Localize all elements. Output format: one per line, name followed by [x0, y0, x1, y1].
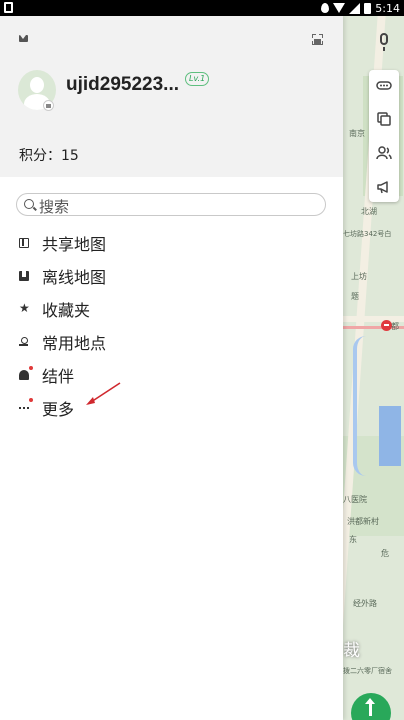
place-icon: [19, 337, 28, 347]
status-bar: 5:14: [0, 0, 404, 16]
map-label: 都: [391, 322, 399, 331]
map-toolbar: [369, 70, 399, 202]
map-label: 题: [351, 292, 359, 301]
camera-badge-icon[interactable]: [43, 100, 54, 111]
megaphone-icon[interactable]: [375, 178, 393, 196]
menu-item-label: 更多: [42, 400, 75, 419]
menu-item-partner[interactable]: 结伴: [0, 359, 343, 392]
map-label: 洪都新村: [347, 517, 379, 526]
map-label: 北湖: [361, 207, 377, 216]
menu-item-label: 收藏夹: [42, 301, 91, 320]
wifi-icon: [333, 3, 346, 13]
drawer-menu: 共享地图 离线地图 ★ 收藏夹 常用地点 结伴 更多: [0, 227, 343, 425]
offline-map-icon: [19, 271, 29, 281]
status-time: 5:14: [375, 1, 400, 15]
map-label: 八医院: [343, 495, 367, 504]
status-icons: 5:14: [321, 1, 400, 15]
route-icon[interactable]: [375, 76, 393, 94]
search-icon: [24, 199, 34, 209]
shared-map-icon: [19, 238, 29, 248]
map-label: 经外路: [353, 599, 377, 608]
search-input[interactable]: 搜索: [16, 193, 326, 216]
more-icon: [19, 407, 29, 409]
signal-icon: [349, 2, 361, 14]
menu-item-label: 结伴: [42, 367, 75, 386]
map-label: 七坊路342号白: [343, 230, 392, 238]
profile-header: ujid295223... Lv.1 积分：15: [0, 16, 343, 177]
level-badge[interactable]: Lv.1: [185, 72, 210, 86]
layers-icon[interactable]: [375, 110, 393, 128]
map-label: 拨二六零厂宿舍: [343, 667, 392, 675]
navigation-arrow-icon: [365, 698, 375, 716]
side-drawer: ujid295223... Lv.1 积分：15 搜索 共享地图 离线地图 ★ …: [0, 16, 343, 720]
menu-item-label: 常用地点: [42, 334, 107, 353]
map-label: 南京: [349, 129, 365, 138]
map-label: 危: [381, 549, 389, 558]
map-water: [379, 406, 401, 466]
voice-search-button[interactable]: [369, 27, 399, 57]
notification-dot: [29, 366, 33, 370]
menu-item-common-places[interactable]: 常用地点: [0, 326, 343, 359]
annotation-arrow-icon: [86, 382, 121, 405]
map-label: 上坊: [351, 272, 367, 281]
map-overlay-text: 裁: [343, 641, 360, 661]
menu-item-label: 离线地图: [42, 268, 107, 287]
star-icon: ★: [19, 301, 30, 315]
menu-item-favorites[interactable]: ★ 收藏夹: [0, 293, 343, 326]
microphone-icon: [380, 33, 388, 51]
menu-item-more[interactable]: 更多: [0, 392, 343, 425]
search-placeholder: 搜索: [39, 198, 70, 216]
map-river: [353, 336, 379, 476]
username[interactable]: ujid295223...: [66, 74, 179, 96]
notification-dot: [29, 398, 33, 402]
menu-item-shared-map[interactable]: 共享地图: [0, 227, 343, 260]
team-icon[interactable]: [375, 144, 393, 162]
menu-item-offline-map[interactable]: 离线地图: [0, 260, 343, 293]
notification-icon: [4, 2, 13, 13]
scan-icon[interactable]: [312, 34, 323, 45]
map-label: 东: [349, 535, 357, 544]
battery-icon: [364, 2, 372, 14]
mail-icon[interactable]: [19, 35, 28, 42]
location-icon: [321, 3, 330, 13]
points-label[interactable]: 积分：15: [19, 145, 79, 165]
partner-icon: [19, 370, 29, 380]
menu-item-label: 共享地图: [42, 235, 107, 254]
